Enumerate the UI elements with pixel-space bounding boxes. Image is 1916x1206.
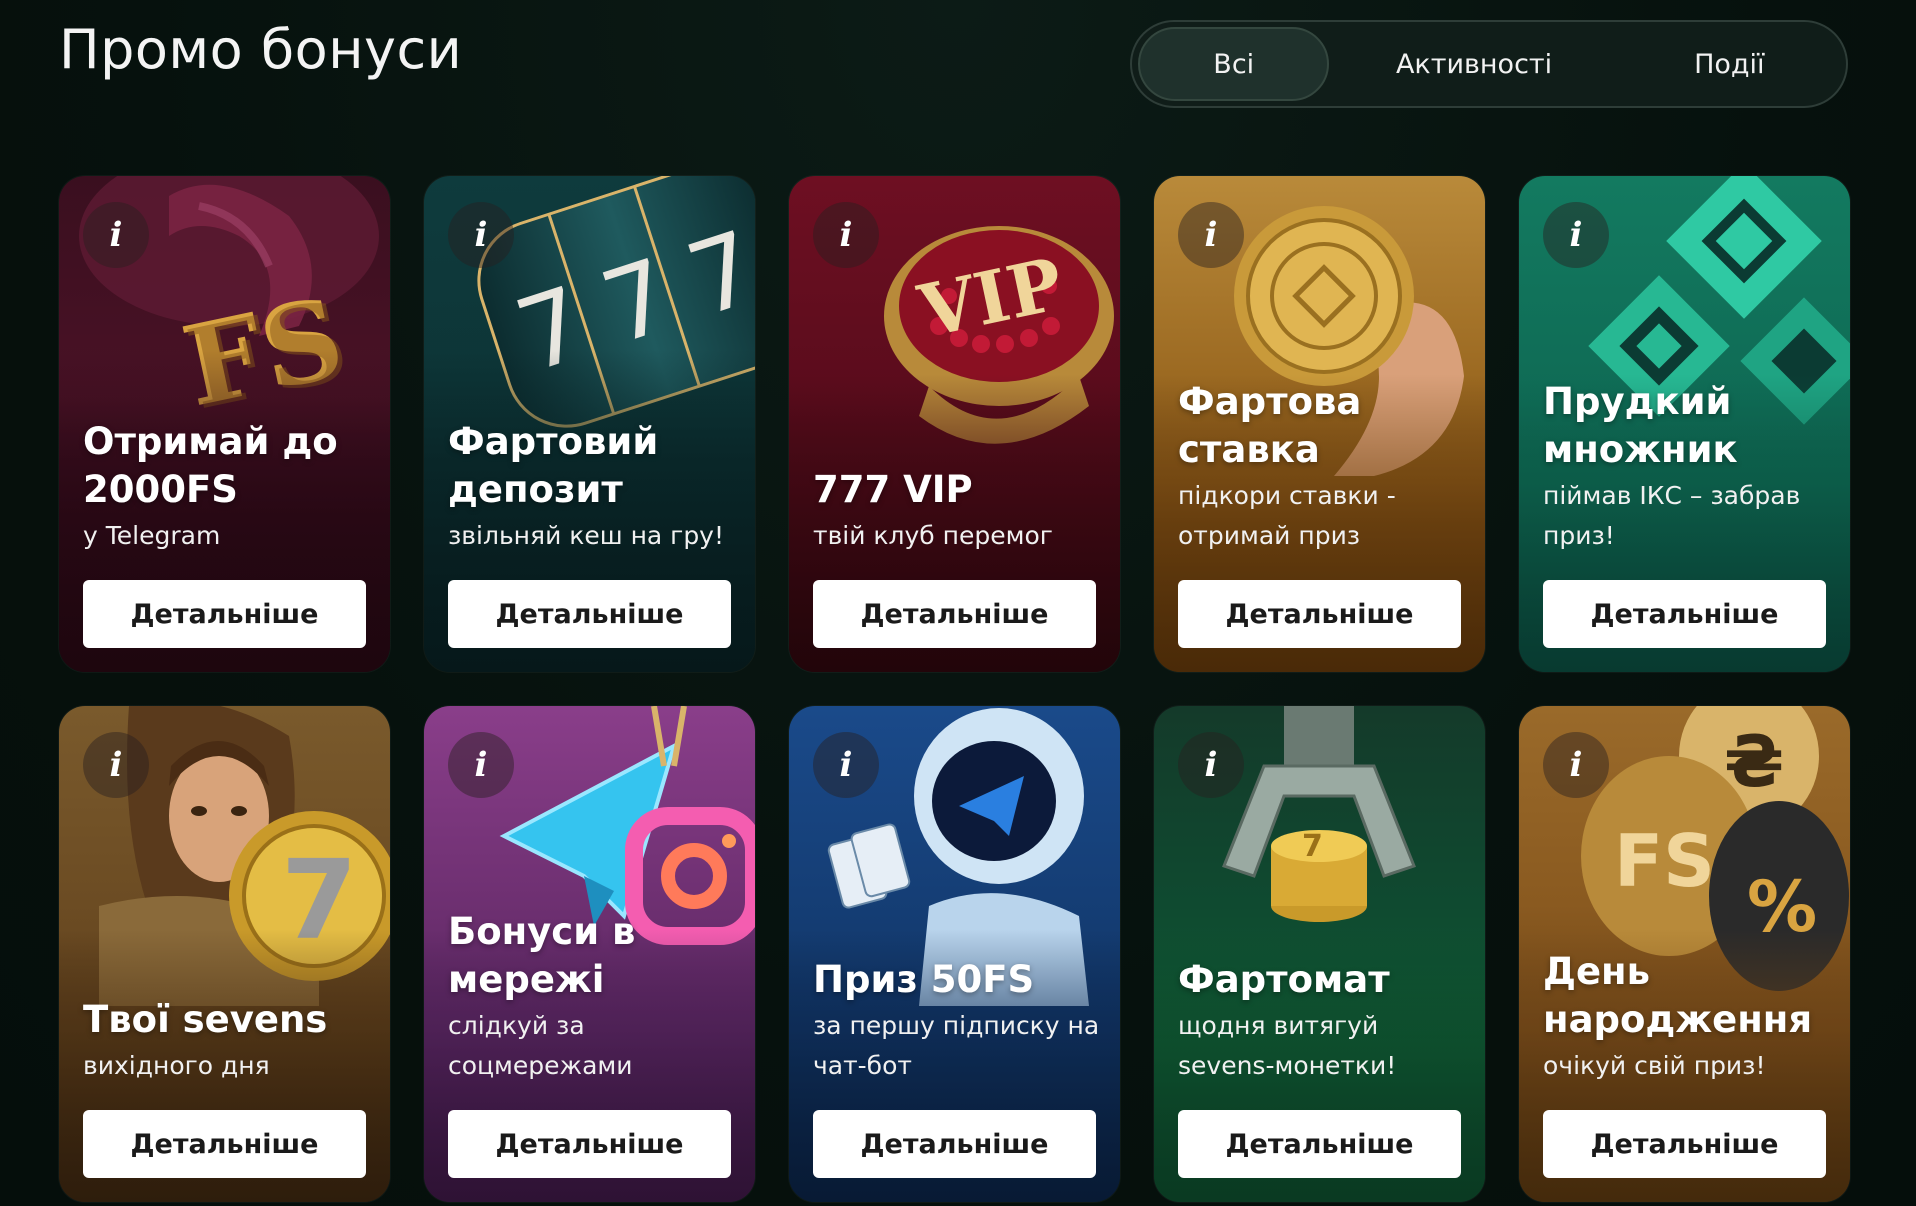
details-button[interactable]: Детальніше: [83, 1110, 366, 1178]
details-button[interactable]: Детальніше: [813, 580, 1096, 648]
details-button[interactable]: Детальніше: [1543, 580, 1826, 648]
details-button[interactable]: Детальніше: [83, 580, 366, 648]
promo-card: 7 i Фартомат щодня витягуй sevens-монетк…: [1154, 706, 1485, 1202]
card-subtitle: піймав ІКС – забрав приз!: [1543, 481, 1801, 550]
promo-card: i Бонуси в мережі слідкуй за соцмережами…: [424, 706, 755, 1202]
promo-card: VIP i 777 VIP твій клуб перемог Детальні…: [789, 176, 1120, 672]
info-icon[interactable]: i: [83, 732, 149, 798]
page-title: Промо бонуси: [59, 18, 463, 81]
promo-card: ₴ FS % i День народження очікуй свій при…: [1519, 706, 1850, 1202]
card-title: 777 VIP: [813, 468, 973, 511]
card-subtitle: вихідного дня: [83, 1051, 270, 1080]
info-icon[interactable]: i: [83, 202, 149, 268]
card-title: Отримай до 2000FS: [83, 420, 338, 511]
promo-card: 7 i Твої sevens вихідного дня Детальніше: [59, 706, 390, 1202]
card-title: Приз 50FS: [813, 958, 1035, 1001]
details-button[interactable]: Детальніше: [1178, 580, 1461, 648]
info-icon[interactable]: i: [813, 732, 879, 798]
info-icon[interactable]: i: [448, 202, 514, 268]
tab-events[interactable]: Події: [1619, 27, 1840, 101]
card-subtitle: звільняй кеш на гру!: [448, 521, 725, 550]
details-button[interactable]: Детальніше: [1543, 1110, 1826, 1178]
card-title: День народження: [1543, 950, 1813, 1041]
card-title: Прудкий множник: [1543, 380, 1738, 471]
card-subtitle: за першу підписку на чат-бот: [813, 1011, 1100, 1080]
card-title: Фартомат: [1178, 958, 1390, 1001]
card-title: Твої sevens: [83, 998, 328, 1041]
promo-card: i Приз 50FS за першу підписку на чат-бот…: [789, 706, 1120, 1202]
info-icon[interactable]: i: [1178, 202, 1244, 268]
promo-card: i Фартова ставка підкори ставки - отрима…: [1154, 176, 1485, 672]
card-title: Бонуси в мережі: [448, 910, 636, 1001]
promo-card: FS FS i Отримай до 2000FS у Telegram Дет…: [59, 176, 390, 672]
card-subtitle: підкори ставки - отримай приз: [1178, 481, 1396, 550]
details-button[interactable]: Детальніше: [813, 1110, 1096, 1178]
info-icon[interactable]: i: [813, 202, 879, 268]
card-subtitle: щодня витягуй sevens-монетки!: [1178, 1011, 1397, 1080]
promo-card: 7 7 7 i Фартовий депозит звільняй кеш на…: [424, 176, 755, 672]
promo-card: i Прудкий множник піймав ІКС – забрав пр…: [1519, 176, 1850, 672]
tab-activities[interactable]: Активності: [1329, 27, 1618, 101]
info-icon[interactable]: i: [1178, 732, 1244, 798]
details-button[interactable]: Детальніше: [1178, 1110, 1461, 1178]
promo-grid: FS FS i Отримай до 2000FS у Telegram Дет…: [59, 176, 1850, 1202]
card-subtitle: у Telegram: [83, 521, 221, 550]
tab-all[interactable]: Всі: [1138, 27, 1330, 101]
card-subtitle: твій клуб перемог: [813, 521, 1053, 550]
details-button[interactable]: Детальніше: [448, 580, 731, 648]
filter-tabs: Всі Активності Події: [1130, 20, 1848, 108]
card-title: Фартова ставка: [1178, 380, 1362, 471]
card-subtitle: очікуй свій приз!: [1543, 1051, 1766, 1080]
info-icon[interactable]: i: [448, 732, 514, 798]
card-subtitle: слідкуй за соцмережами: [448, 1011, 633, 1080]
card-title: Фартовий депозит: [448, 420, 659, 511]
details-button[interactable]: Детальніше: [448, 1110, 731, 1178]
info-icon[interactable]: i: [1543, 202, 1609, 268]
promo-page: Промо бонуси Всі Активності Події FS FS …: [0, 0, 1916, 1206]
info-icon[interactable]: i: [1543, 732, 1609, 798]
